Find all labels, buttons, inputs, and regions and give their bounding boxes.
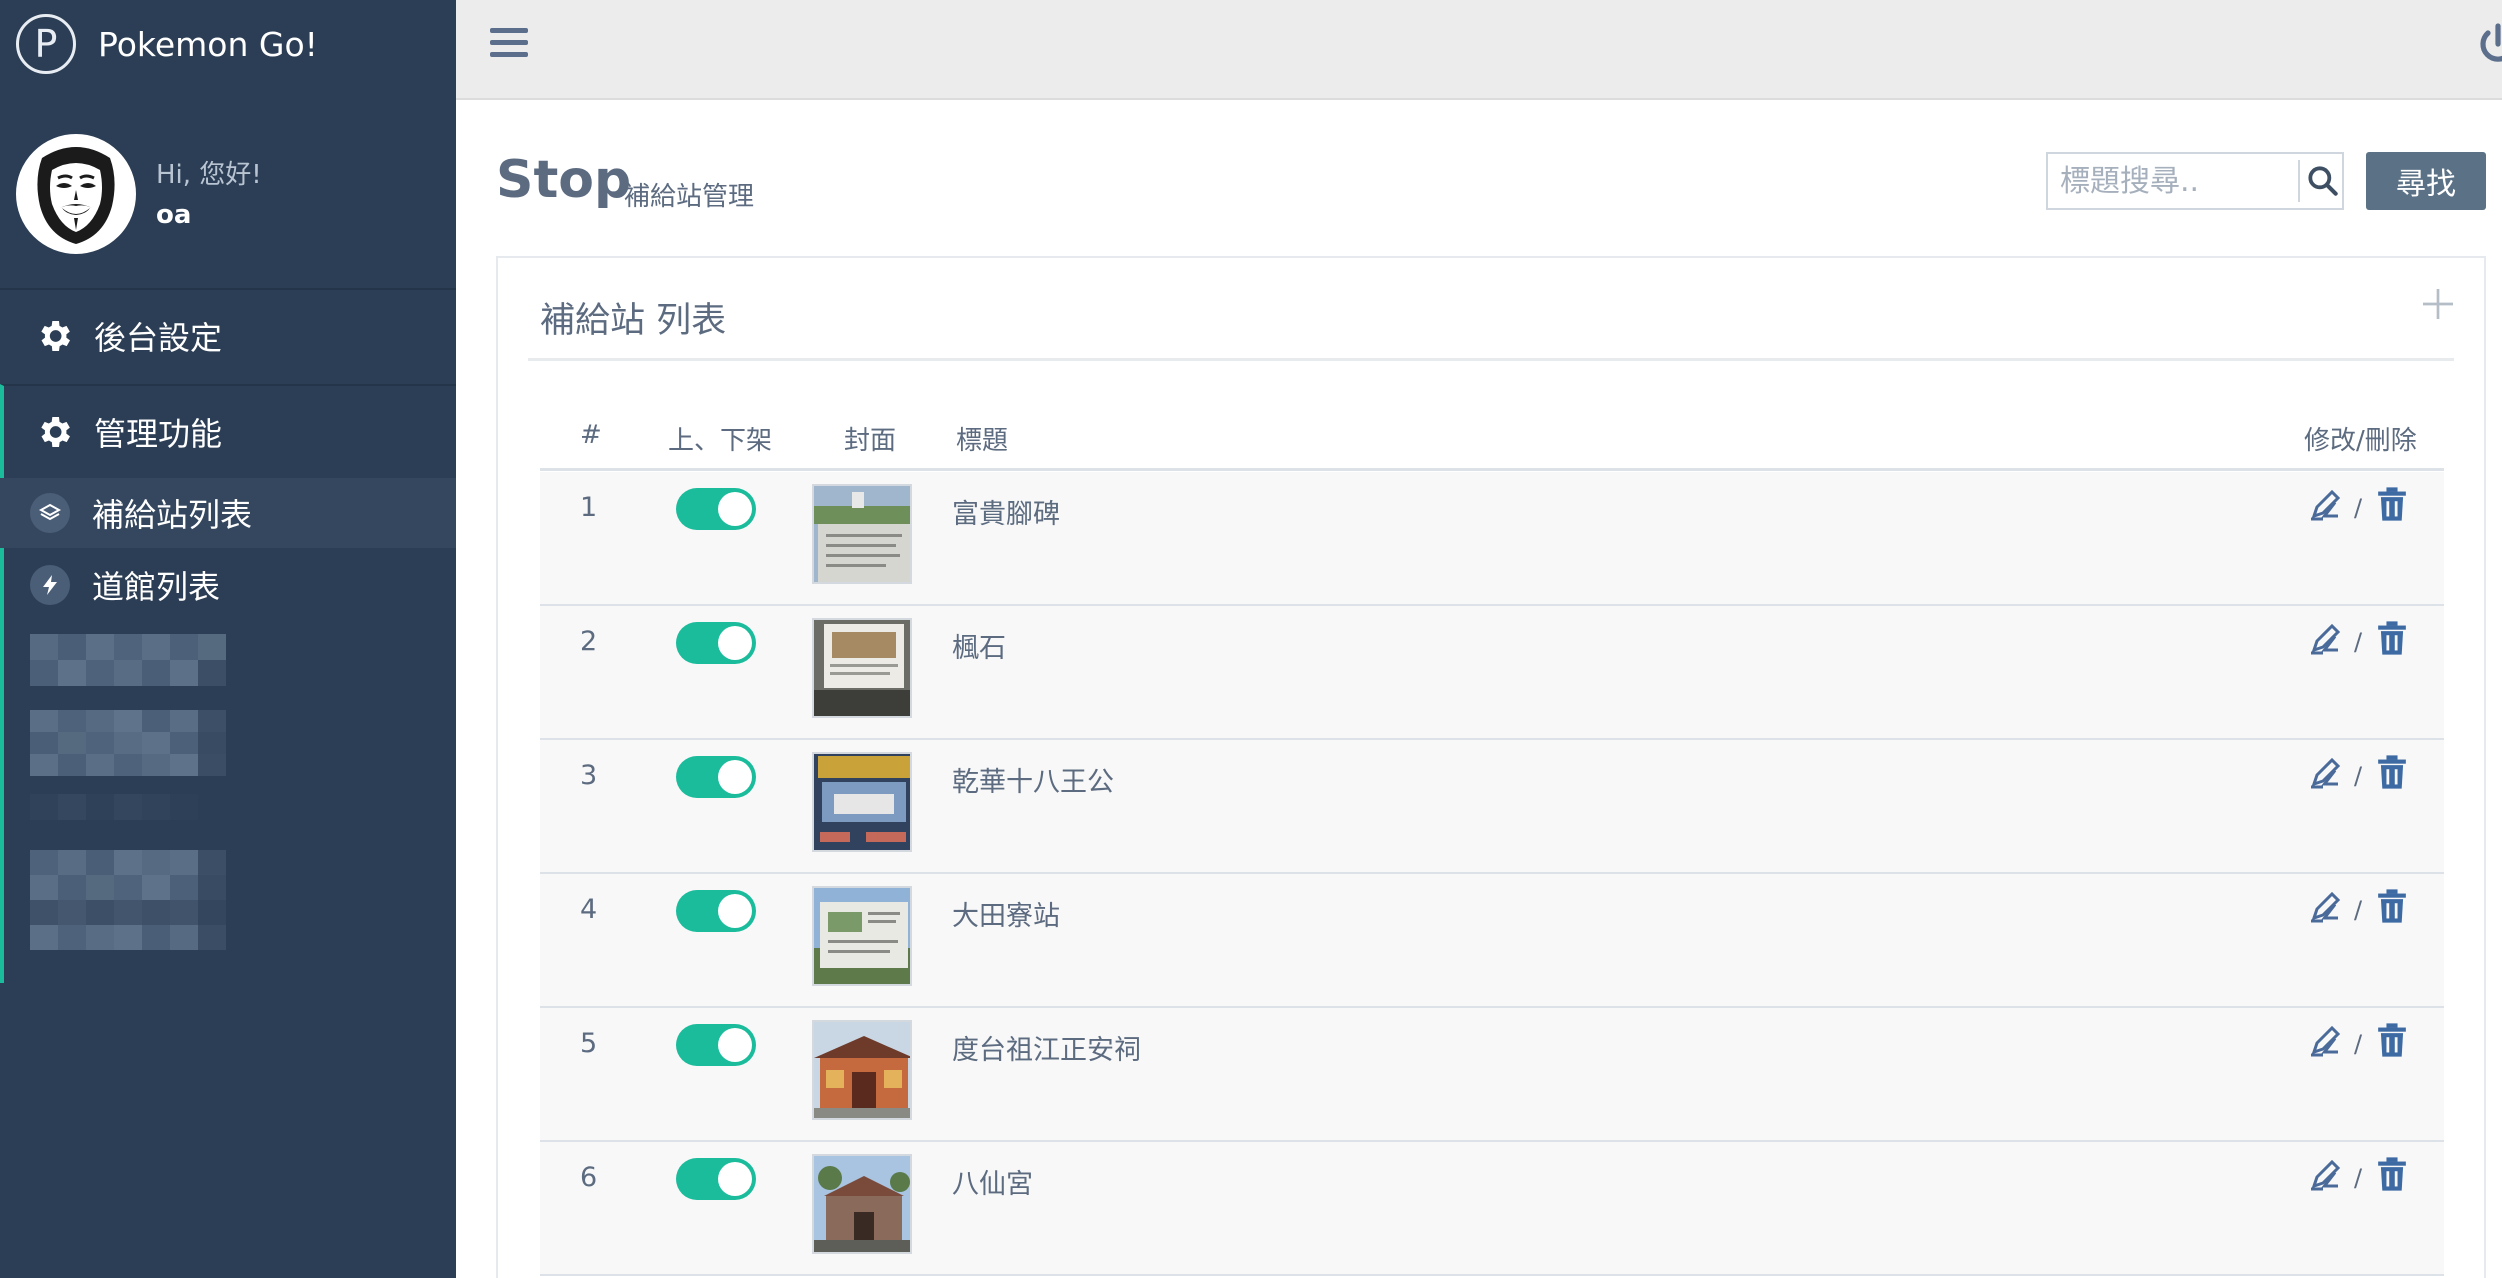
sidebar-item-gyms[interactable]: 道館列表 xyxy=(0,550,456,620)
row-index: 6 xyxy=(580,1162,598,1193)
col-header-status: 上、下架 xyxy=(668,426,773,456)
cover-thumbnail xyxy=(812,618,912,718)
menu-backend-settings[interactable]: 後台設定 xyxy=(0,288,456,382)
bolt-icon xyxy=(30,565,70,605)
row-title[interactable]: 乾華十八王公 xyxy=(952,760,1114,799)
action-separator: / xyxy=(2354,1030,2363,1058)
page-subtitle: 補給站管理 xyxy=(624,182,755,212)
col-header-cover: 封面 xyxy=(844,426,897,456)
col-header-actions: 修改/刪除 xyxy=(2304,426,2417,456)
redacted-item xyxy=(30,850,226,950)
trash-icon[interactable] xyxy=(2376,1156,2408,1192)
action-separator: / xyxy=(2354,762,2363,790)
table-row: 5 度台祖江正安祠 / xyxy=(540,1008,2444,1142)
gear-icon xyxy=(41,417,70,447)
menu-toggle-icon[interactable] xyxy=(490,28,528,62)
row-title[interactable]: 楓石 xyxy=(952,626,1006,665)
user-profile: Hi, 您好! oa xyxy=(0,132,456,288)
row-index: 4 xyxy=(580,894,598,925)
sidebar-item-stops[interactable]: 補給站列表 xyxy=(0,478,456,548)
panel-title: 補給站 列表 xyxy=(540,301,727,341)
submenu: 補給站列表 道館列表 xyxy=(0,478,456,983)
brand[interactable]: P Pokemon Go! xyxy=(16,12,318,76)
publish-toggle[interactable] xyxy=(676,622,756,664)
greeting: Hi, 您好! xyxy=(156,160,262,190)
publish-toggle[interactable] xyxy=(676,890,756,932)
cover-thumbnail xyxy=(812,1154,912,1254)
search-divider xyxy=(2298,160,2300,202)
redacted-item xyxy=(30,794,226,820)
publish-toggle[interactable] xyxy=(676,1158,756,1200)
publish-toggle[interactable] xyxy=(676,756,756,798)
page-title: Stop xyxy=(496,150,632,210)
menu-management-label: 管理功能 xyxy=(94,415,223,453)
cover-thumbnail xyxy=(812,484,912,584)
panel-divider xyxy=(528,358,2454,361)
plus-icon[interactable] xyxy=(2418,284,2458,324)
trash-icon[interactable] xyxy=(2376,754,2408,790)
search-input[interactable] xyxy=(2048,154,2296,208)
cover-thumbnail xyxy=(812,752,912,852)
trash-icon[interactable] xyxy=(2376,1022,2408,1058)
row-index: 5 xyxy=(580,1028,598,1059)
redacted-item xyxy=(30,634,226,686)
row-title[interactable]: 八仙宮 xyxy=(952,1162,1033,1201)
menu-backend-settings-label: 後台設定 xyxy=(94,319,223,357)
table-header-divider xyxy=(540,468,2444,471)
find-button[interactable]: 尋找 xyxy=(2366,152,2486,210)
row-title[interactable]: 富貴腳碑 xyxy=(952,492,1060,531)
table-row: 4 大田寮站 / xyxy=(540,874,2444,1008)
publish-toggle[interactable] xyxy=(676,1024,756,1066)
mask-avatar-icon xyxy=(22,140,130,248)
table-row: 2 楓石 / xyxy=(540,606,2444,740)
row-title[interactable]: 度台祖江正安祠 xyxy=(952,1028,1141,1067)
power-icon[interactable] xyxy=(2474,20,2502,68)
brand-name: Pokemon Go! xyxy=(98,24,318,64)
row-index: 1 xyxy=(580,492,598,523)
sidebar-item-gyms-label: 道館列表 xyxy=(92,568,221,606)
trash-icon[interactable] xyxy=(2376,620,2408,656)
table-row: 6 八仙宮 / xyxy=(540,1142,2444,1276)
action-separator: / xyxy=(2354,896,2363,924)
cover-thumbnail xyxy=(812,886,912,986)
edit-icon[interactable] xyxy=(2308,1022,2344,1058)
edit-icon[interactable] xyxy=(2308,486,2344,522)
col-header-index: # xyxy=(580,420,602,450)
sidebar-item-stops-label: 補給站列表 xyxy=(92,496,253,534)
edit-icon[interactable] xyxy=(2308,754,2344,790)
search-box xyxy=(2046,152,2344,210)
row-title[interactable]: 大田寮站 xyxy=(952,894,1060,933)
edit-icon[interactable] xyxy=(2308,620,2344,656)
row-index: 3 xyxy=(580,760,598,791)
search-icon[interactable] xyxy=(2304,162,2342,200)
table-row: 1 富貴腳碑 / xyxy=(540,472,2444,606)
col-header-title: 標題 xyxy=(956,426,1009,456)
publish-toggle[interactable] xyxy=(676,488,756,530)
action-separator: / xyxy=(2354,494,2363,522)
trash-icon[interactable] xyxy=(2376,888,2408,924)
table-row: 3 乾華十八王公 / xyxy=(540,740,2444,874)
topbar xyxy=(456,0,2502,100)
action-separator: / xyxy=(2354,1164,2363,1192)
trash-icon[interactable] xyxy=(2376,486,2408,522)
action-separator: / xyxy=(2354,628,2363,656)
cover-thumbnail xyxy=(812,1020,912,1120)
username: oa xyxy=(156,200,192,230)
redacted-item xyxy=(30,710,226,776)
menu-management[interactable]: 管理功能 xyxy=(0,384,456,478)
gear-icon xyxy=(41,321,70,351)
row-index: 2 xyxy=(580,626,598,657)
layers-icon xyxy=(30,493,70,533)
brand-logo-icon: P xyxy=(16,14,76,74)
edit-icon[interactable] xyxy=(2308,1156,2344,1192)
avatar[interactable] xyxy=(16,134,136,254)
edit-icon[interactable] xyxy=(2308,888,2344,924)
sidebar: P Pokemon Go! Hi, 您好! oa 後台設定 管理功能 補給站列表… xyxy=(0,0,456,1278)
stop-list-panel: 補給站 列表 # 上、下架 封面 標題 修改/刪除 1 富貴腳碑 / 2 楓石 … xyxy=(496,256,2486,1278)
